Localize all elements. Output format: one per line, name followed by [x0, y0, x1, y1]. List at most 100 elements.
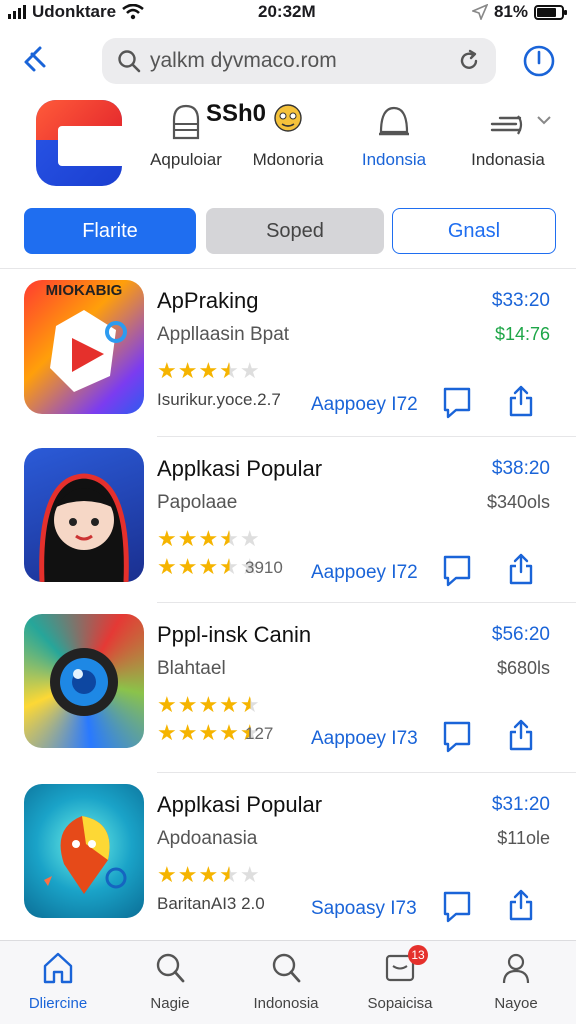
app-row[interactable]: Applkasi Popular Apdoanasia ★★★★★ BaritanAI… — [0, 774, 576, 942]
app-subtitle: Appllaasin Bpat — [157, 324, 290, 345]
app-subtitle: Papolaae — [157, 492, 238, 513]
app-name[interactable]: Pppl-insk Canin — [157, 622, 311, 648]
get-button[interactable]: Aappoey I72 — [311, 562, 418, 584]
app-price: $33:20 — [491, 290, 550, 311]
comment-icon[interactable] — [442, 554, 472, 588]
tab-indonosia[interactable]: Indonosia — [231, 951, 341, 1012]
divider — [157, 602, 576, 603]
app-meta: 3910 — [245, 558, 283, 577]
get-button[interactable]: Sapoasy I73 — [311, 898, 417, 920]
search-icon — [118, 50, 141, 73]
carrier-label: Udonktare — [32, 2, 117, 21]
chevron-down-icon[interactable] — [536, 114, 552, 126]
category-item-indonasia[interactable]: Indonasia — [453, 102, 563, 170]
divider — [157, 772, 576, 773]
tab-label: Nagie — [150, 995, 190, 1012]
battery-percent: 81% — [493, 2, 528, 21]
app-meta: BaritanAI3 2.0 — [157, 894, 265, 913]
person-icon — [502, 953, 530, 984]
app-meta: 127 — [245, 724, 274, 743]
category-item-popular[interactable]: Aqpuloiar — [131, 102, 241, 170]
category-label: Aqpuloiar — [150, 150, 222, 169]
app-logo[interactable] — [36, 100, 122, 186]
share-icon[interactable] — [508, 718, 534, 752]
app-subtitle: Blahtael — [157, 658, 226, 679]
rating-stars: ★★★★★ — [157, 862, 261, 887]
location-icon — [471, 4, 488, 20]
segment-button-1[interactable]: Flarite — [24, 208, 196, 254]
segment-button-2[interactable]: Soped — [206, 208, 384, 254]
inbox-icon: 13 — [384, 945, 428, 985]
reload-icon[interactable] — [456, 48, 482, 74]
app-name[interactable]: Applkasi Popular — [157, 456, 322, 482]
app-name[interactable]: ApPraking — [157, 288, 259, 314]
status-bar: Udonktare 20:32M 81% — [0, 0, 576, 24]
signal-lines-icon — [490, 115, 523, 135]
share-icon[interactable] — [508, 888, 534, 922]
wifi-icon — [122, 4, 144, 20]
app-price: $31:20 — [491, 794, 550, 815]
app-subtitle: Apdoanasia — [157, 828, 258, 849]
bell-icon — [379, 106, 409, 136]
tab-sopaicisa[interactable]: 13 Sopaicisa — [345, 945, 455, 1012]
search-icon — [272, 953, 301, 983]
app-meta: Isurikur.yoce.2.7 — [157, 390, 281, 409]
battery-icon — [534, 4, 567, 20]
category-item-mdonoria[interactable]: Mdonoria — [233, 102, 343, 170]
app-price-secondary: $340ols — [486, 492, 550, 512]
tab-label: Dliercine — [28, 995, 88, 1012]
tab-home[interactable]: Dliercine — [3, 951, 113, 1012]
status-right: 81% — [471, 2, 567, 22]
comment-icon[interactable] — [442, 386, 472, 420]
notification-badge: 13 — [408, 945, 428, 965]
power-icon[interactable] — [522, 44, 556, 78]
url-text[interactable]: yalkm dyvmaco.rom — [150, 49, 456, 73]
tab-bar: Dliercine Nagie Indonosia 13 Sopaicisa N — [0, 940, 576, 1024]
app-thumbnail[interactable]: MIOKABIG — [24, 280, 144, 414]
tab-label: Indonosia — [253, 995, 319, 1012]
category-label: Indonasia — [471, 150, 545, 169]
rating-stars: ★★★★★ — [157, 692, 261, 717]
tab-nayoe[interactable]: Nayoe — [461, 951, 571, 1012]
comment-icon[interactable] — [442, 890, 472, 924]
app-thumbnail[interactable] — [24, 784, 144, 918]
category-row: SSh0 Aqpuloiar Mdonoria Indonsia Indonas… — [0, 98, 576, 194]
app-price: $56:20 — [491, 624, 550, 645]
get-button[interactable]: Aappoey I72 — [311, 394, 418, 416]
share-icon[interactable] — [508, 384, 534, 418]
app-price-secondary: $680ls — [496, 658, 550, 678]
home-icon — [43, 952, 73, 984]
comment-icon[interactable] — [442, 720, 472, 754]
status-left: Udonktare — [8, 2, 144, 22]
app-row[interactable]: MIOKABIG ApPraking Appllaasin Bpat ★★★★★ Isu… — [0, 270, 576, 438]
app-name[interactable]: Applkasi Popular — [157, 792, 322, 818]
clock: 20:32M — [258, 2, 316, 21]
divider — [0, 268, 576, 269]
category-label: Indonsia — [361, 150, 427, 169]
app-price-secondary: $14:76 — [494, 324, 550, 344]
rating-stars: ★★★★★ — [157, 358, 261, 383]
app-price-secondary: $11ole — [497, 828, 550, 848]
app-row[interactable]: Pppl-insk Canin Blahtael ★★★★★ ★★★★★ 127 $56:… — [0, 604, 576, 772]
share-icon[interactable] — [508, 552, 534, 586]
address-bar[interactable]: yalkm dyvmaco.rom — [102, 38, 496, 84]
get-button[interactable]: Aappoey I73 — [311, 728, 418, 750]
rating-stars: ★★★★★ — [157, 526, 261, 551]
browser-toolbar: yalkm dyvmaco.rom — [0, 36, 576, 86]
blank-icon — [270, 102, 306, 142]
segment-button-3[interactable]: Gnasl — [392, 208, 556, 254]
app-thumbnail[interactable] — [24, 614, 144, 748]
signal-icon — [8, 5, 26, 19]
tab-nagie[interactable]: Nagie — [115, 951, 225, 1012]
tab-label: Sopaicisa — [367, 995, 433, 1012]
app-price: $38:20 — [491, 458, 550, 479]
search-icon — [156, 953, 185, 983]
app-thumbnail[interactable] — [24, 448, 144, 582]
category-label: Mdonoria — [252, 150, 324, 169]
divider — [157, 436, 576, 437]
back-arrow-icon[interactable] — [18, 42, 54, 78]
bag-icon — [172, 104, 200, 140]
tab-label: Nayoe — [494, 995, 538, 1012]
category-item-indonsia[interactable]: Indonsia — [339, 102, 449, 170]
app-row[interactable]: Applkasi Popular Papolaae ★★★★★ ★★★★★ 3910 $3… — [0, 438, 576, 606]
